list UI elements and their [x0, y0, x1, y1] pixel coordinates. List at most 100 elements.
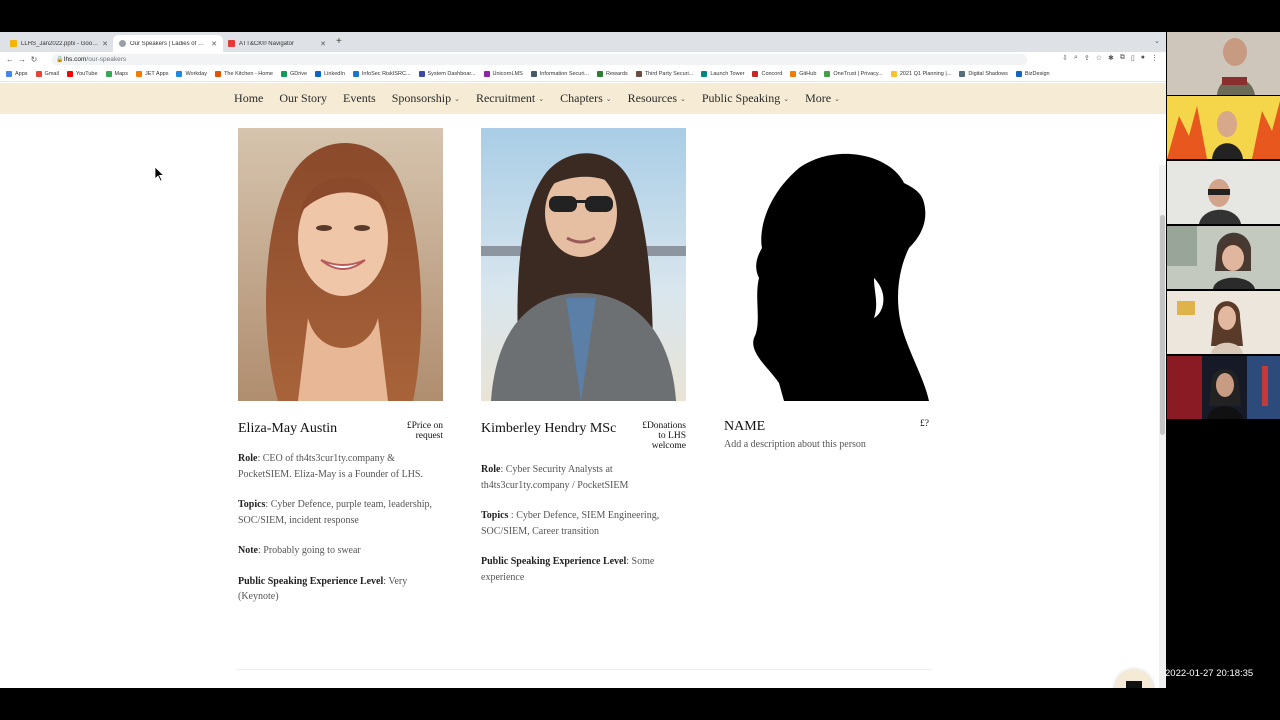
bookmark-item[interactable]: Gmail: [35, 71, 59, 77]
sidepanel-icon[interactable]: ▯: [1131, 54, 1135, 62]
bookmark-item[interactable]: InfoSec RiskISRC...: [352, 71, 411, 77]
bookmark-item[interactable]: LinkedIn: [315, 71, 345, 77]
nav-item-resources[interactable]: Resources ⌄: [628, 91, 686, 106]
tab-our-speakers[interactable]: Our Speakers | Ladies of London Hacking …: [113, 35, 223, 52]
slides-icon: [10, 40, 17, 47]
speaker-name: Kimberley Hendry MSc: [481, 421, 617, 436]
chevron-down-icon: ⌄: [783, 94, 790, 103]
bookmark-item[interactable]: The Kitchen - Home: [215, 71, 273, 77]
speaker-price: £Donations to LHS welcome: [642, 421, 686, 451]
forward-icon[interactable]: →: [16, 55, 28, 64]
tab-google-slides[interactable]: LLHS_Jan2022.pptx - Google Slides ✕: [4, 35, 114, 52]
zoom-icon[interactable]: ⌕: [1074, 54, 1078, 62]
nav-item-recruitment[interactable]: Recruitment ⌄: [476, 91, 544, 106]
bookmark-icon: [315, 71, 322, 77]
speaker-price: £?: [920, 419, 929, 429]
bookmark-icon: [105, 71, 112, 77]
bookmark-icon: [176, 71, 183, 77]
new-tab-button[interactable]: +: [336, 36, 342, 47]
lock-icon: 🔒: [56, 57, 64, 63]
share-icon[interactable]: ⇪: [1084, 54, 1090, 62]
chevron-down-icon: ⌄: [454, 94, 460, 103]
bookmark-item[interactable]: BizDesign: [1015, 71, 1050, 77]
bookmark-icon: [635, 71, 642, 77]
bookmark-item[interactable]: Rewards: [597, 71, 628, 77]
close-icon[interactable]: ✕: [211, 40, 217, 48]
back-icon[interactable]: ←: [4, 55, 16, 64]
nav-item-chapters[interactable]: Chapters ⌄: [560, 91, 612, 106]
close-icon[interactable]: ✕: [102, 40, 108, 48]
site-navigation: Home Our Story Events Sponsorship ⌄ Recruitme…: [0, 83, 1166, 114]
tab-strip: LLHS_Jan2022.pptx - Google Slides ✕ Our …: [0, 32, 1166, 52]
scrollbar-thumb[interactable]: [1160, 215, 1165, 435]
participant-video: [1167, 226, 1280, 289]
chat-bubble-icon: [1126, 681, 1142, 688]
tab-search-icon[interactable]: ⌄: [1154, 37, 1160, 45]
bookmark-icon: [6, 71, 12, 77]
mouse-cursor-icon: [155, 167, 165, 182]
bookmark-icon: [280, 71, 287, 77]
nav-item-public-speaking[interactable]: Public Speaking ⌄: [702, 91, 789, 106]
recording-timestamp: 2022-01-27 20:18:35: [1165, 668, 1254, 679]
bookmark-item[interactable]: Workday: [176, 71, 207, 77]
bookmark-item[interactable]: Digital Shadows: [959, 71, 1008, 77]
bookmark-item[interactable]: System Dashboar...: [418, 71, 476, 77]
bookmark-icon: [483, 71, 490, 77]
attack-icon: [228, 40, 235, 47]
nav-item-our-story[interactable]: Our Story: [279, 91, 327, 106]
globe-icon: [119, 40, 126, 47]
bookmark-item[interactable]: JET Apps: [136, 71, 168, 77]
nav-item-more[interactable]: More ⌄: [805, 91, 840, 106]
address-bar[interactable]: 🔒 lhs.com/our-speakers: [52, 54, 1027, 65]
chevron-down-icon: ⌄: [834, 94, 840, 103]
profile-icon[interactable]: ●: [1141, 54, 1145, 62]
close-icon[interactable]: ✕: [320, 40, 326, 48]
speaker-silhouette: [724, 128, 929, 401]
bookmark-item[interactable]: GDrive: [280, 71, 307, 77]
bookmark-icon: [790, 71, 797, 77]
chat-button[interactable]: [1115, 669, 1153, 688]
bookmark-item[interactable]: Apps: [6, 71, 28, 77]
download-icon[interactable]: ⇩: [1062, 54, 1068, 62]
participant-video: [1167, 96, 1280, 159]
bookmark-item[interactable]: GitHub: [790, 71, 816, 77]
scrollbar[interactable]: [1159, 165, 1166, 688]
bookmark-item[interactable]: 2021 Q1 Planning |...: [890, 71, 951, 77]
reload-icon[interactable]: ↻: [28, 55, 40, 64]
star-icon[interactable]: ☆: [1096, 54, 1102, 62]
puzzle-icon[interactable]: ⧉: [1120, 54, 1125, 62]
bookmark-icon: [418, 71, 425, 77]
bookmark-item[interactable]: UnicornLMS: [483, 71, 523, 77]
bookmarks-bar: Apps Gmail YouTube Maps JET Apps Workday The K…: [0, 67, 1166, 82]
menu-icon[interactable]: ⋮: [1151, 54, 1158, 62]
screen-recording: LLHS_Jan2022.pptx - Google Slides ✕ Our …: [0, 0, 1280, 720]
nav-item-sponsorship[interactable]: Sponsorship ⌄: [392, 91, 460, 106]
video-participants: [1167, 32, 1280, 420]
chevron-down-icon: ⌄: [680, 94, 686, 103]
bookmark-item[interactable]: Launch Tower: [701, 71, 744, 77]
bookmark-item[interactable]: Third Party Securi...: [635, 71, 693, 77]
tab-attack-navigator[interactable]: ATT&CK® Navigator ✕: [222, 35, 332, 52]
browser-toolbar: ← → ↻ 🔒 lhs.com/our-speakers ⇩ ⌕ ⇪ ☆ ✱ ⧉…: [0, 52, 1166, 66]
webpage: Home Our Story Events Sponsorship ⌄ Recruitme…: [0, 83, 1166, 688]
chevron-down-icon: ⌄: [538, 94, 545, 103]
speaker-card: Kimberley Hendry MSc £Donations to LHS w…: [481, 128, 686, 600]
bookmark-item[interactable]: Concord: [752, 71, 782, 77]
url-host: lhs.com: [64, 56, 87, 63]
bookmark-icon: [890, 71, 897, 77]
bookmark-item[interactable]: YouTube: [66, 71, 98, 77]
nav-item-events[interactable]: Events: [343, 91, 376, 106]
bookmark-item[interactable]: OneTrust | Privacy...: [824, 71, 883, 77]
bookmark-item[interactable]: Maps: [105, 71, 128, 77]
nav-item-home[interactable]: Home: [234, 91, 263, 106]
bookmark-icon: [66, 71, 73, 77]
speaker-description: Role: Cyber Security Analysts at th4ts3c…: [481, 464, 660, 583]
speaker-price: £Price on request: [406, 421, 443, 441]
browser-window: LLHS_Jan2022.pptx - Google Slides ✕ Our …: [0, 32, 1166, 688]
bookmark-icon: [752, 71, 759, 77]
bookmark-item[interactable]: Information Securi...: [530, 71, 589, 77]
bookmark-icon: [701, 71, 708, 77]
speaker-photo-kimberley: [481, 128, 686, 401]
chevron-down-icon: ⌄: [605, 94, 612, 103]
extension-icon[interactable]: ✱: [1108, 54, 1114, 62]
